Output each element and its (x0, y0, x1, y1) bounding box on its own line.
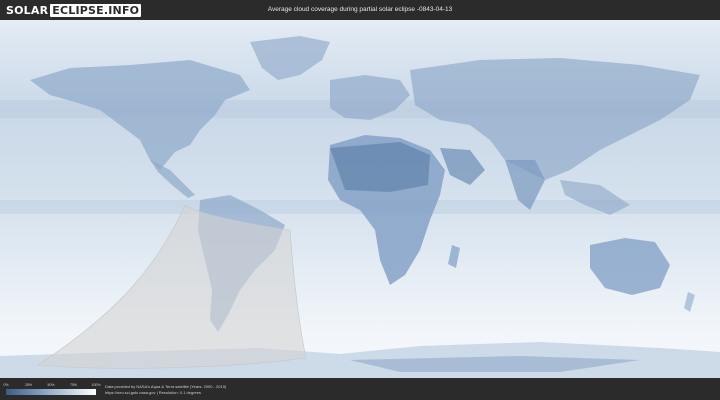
legend-tick-25: 25% (24, 383, 33, 387)
data-credits: Data provided by NASA's Aqua & Terra sat… (105, 384, 226, 395)
legend-tick-75: 75% (69, 383, 78, 387)
legend-ticks: 0% 25% 50% 75% 100% (3, 383, 100, 388)
legend-tick-50: 50% (47, 383, 55, 387)
land-sahara (330, 142, 430, 192)
page-title: Average cloud coverage during partial so… (267, 6, 453, 13)
header-bar: SOLAR ECLIPSE.INFO Average cloud coverag… (0, 0, 720, 20)
credits-line-source: Data provided by NASA's Aqua & Terra sat… (105, 384, 227, 389)
cloud-coverage-map (0, 20, 720, 378)
legend-tick-100: 100% (91, 383, 101, 387)
footer-bar: 0% 25% 50% 75% 100% Data provided by NAS… (0, 378, 720, 400)
legend-tick-0: 0% (3, 383, 9, 387)
legend-color-bar (6, 389, 96, 395)
credits-line-url[interactable]: https://neo.sci.gsfc.nasa.gov | Resoluti… (105, 390, 226, 396)
cloud-coverage-legend: 0% 25% 50% 75% 100% (3, 383, 100, 397)
